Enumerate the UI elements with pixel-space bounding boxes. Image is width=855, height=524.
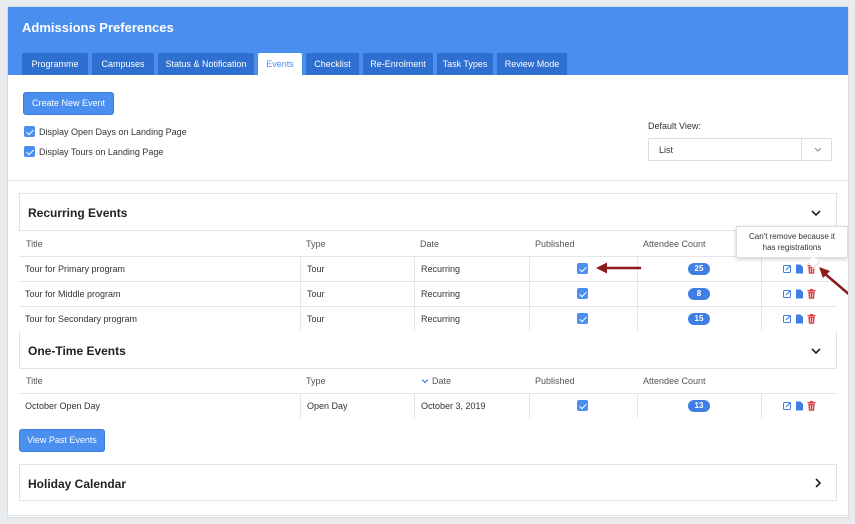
- page-title: Admissions Preferences: [22, 20, 174, 35]
- divider: [8, 515, 848, 516]
- display-tours-checkbox[interactable]: [24, 146, 35, 157]
- table-row: Tour for Secondary program Tour Recurrin…: [19, 306, 837, 331]
- tab-events[interactable]: Events: [258, 53, 302, 75]
- col-header-title: Title: [26, 376, 43, 386]
- attendee-count-badge: 25: [688, 263, 710, 275]
- event-type: Open Day: [300, 394, 414, 418]
- annotation-arrow-icon: [596, 262, 642, 274]
- duplicate-icon[interactable]: [795, 314, 804, 324]
- trash-icon[interactable]: [807, 314, 816, 324]
- select-separator: [801, 139, 802, 160]
- one-time-events-header[interactable]: One-Time Events: [19, 331, 837, 369]
- table-row: Tour for Middle program Tour Recurring 8: [19, 281, 837, 306]
- col-header-attendee-count: Attendee Count: [643, 239, 706, 249]
- recurring-events-table: Title Type Date Published Attendee Count…: [19, 231, 837, 331]
- event-date: October 3, 2019: [414, 394, 529, 418]
- one-time-events-title: One-Time Events: [28, 344, 126, 358]
- attendee-count-badge: 15: [688, 313, 710, 325]
- col-header-published: Published: [535, 376, 575, 386]
- col-header-date: Date: [420, 239, 440, 249]
- published-checkbox[interactable]: [577, 400, 588, 411]
- col-header-type: Type: [306, 239, 326, 249]
- published-checkbox[interactable]: [577, 313, 588, 324]
- display-open-days-checkbox[interactable]: [24, 126, 35, 137]
- tab-status-notification[interactable]: Status & Notification: [158, 53, 254, 75]
- event-type: Tour: [300, 282, 414, 306]
- edit-icon[interactable]: [783, 314, 792, 324]
- tab-re-enrolment[interactable]: Re-Enrolment: [363, 53, 433, 75]
- default-view-label: Default View:: [648, 121, 701, 131]
- edit-icon[interactable]: [783, 264, 792, 274]
- edit-icon[interactable]: [783, 401, 792, 411]
- display-open-days-label: Display Open Days on Landing Page: [39, 127, 187, 137]
- divider: [8, 180, 848, 181]
- tooltip-line-2: has registrations: [762, 243, 822, 252]
- event-title: October Open Day: [19, 394, 300, 418]
- event-type: Tour: [300, 257, 414, 281]
- event-type: Tour: [300, 307, 414, 331]
- attendee-cell: 13: [637, 394, 761, 418]
- create-new-event-button[interactable]: Create New Event: [23, 92, 114, 115]
- display-tours-option[interactable]: Display Tours on Landing Page: [24, 146, 224, 158]
- tab-review-mode[interactable]: Review Mode: [497, 53, 567, 75]
- view-past-events-button[interactable]: View Past Events: [19, 429, 105, 452]
- tab-programme[interactable]: Programme: [22, 53, 88, 75]
- event-date: Recurring: [414, 282, 529, 306]
- event-title: Tour for Secondary program: [19, 307, 300, 331]
- page-header: Admissions Preferences Programme Campuse…: [8, 7, 848, 75]
- published-checkbox[interactable]: [577, 288, 588, 299]
- tab-campuses[interactable]: Campuses: [92, 53, 154, 75]
- col-header-type: Type: [306, 376, 326, 386]
- col-header-attendee-count: Attendee Count: [643, 376, 706, 386]
- annotation-arrow-icon: [819, 267, 848, 296]
- actions-cell: [761, 307, 837, 331]
- table-row: Tour for Primary program Tour Recurring …: [19, 256, 837, 281]
- event-title: Tour for Primary program: [19, 257, 300, 281]
- duplicate-icon[interactable]: [795, 289, 804, 299]
- attendee-cell: 25: [637, 257, 761, 281]
- duplicate-icon[interactable]: [795, 401, 804, 411]
- tab-checklist[interactable]: Checklist: [306, 53, 359, 75]
- published-cell: [529, 394, 637, 418]
- chevron-right-icon[interactable]: [812, 477, 824, 489]
- event-title: Tour for Middle program: [19, 282, 300, 306]
- published-cell: [529, 282, 637, 306]
- holiday-calendar-title: Holiday Calendar: [28, 477, 127, 491]
- app-frame: Admissions Preferences Programme Campuse…: [7, 6, 849, 518]
- delete-disabled-tooltip: Can't remove because it has registration…: [736, 226, 848, 258]
- trash-icon[interactable]: [807, 401, 816, 411]
- default-view-value: List: [659, 145, 674, 155]
- display-open-days-option[interactable]: Display Open Days on Landing Page: [24, 126, 224, 138]
- published-cell: [529, 307, 637, 331]
- attendee-cell: 8: [637, 282, 761, 306]
- recurring-events-header[interactable]: Recurring Events: [19, 193, 837, 231]
- edit-icon[interactable]: [783, 289, 792, 299]
- attendee-count-badge: 13: [688, 400, 710, 412]
- actions-cell: [761, 394, 837, 418]
- sort-chevron-icon[interactable]: [421, 377, 429, 385]
- col-header-date[interactable]: Date: [432, 376, 451, 386]
- tab-task-types[interactable]: Task Types: [437, 53, 493, 75]
- col-header-title: Title: [26, 239, 43, 249]
- table-row: October Open Day Open Day October 3, 201…: [19, 393, 837, 418]
- attendee-count-badge: 8: [688, 288, 710, 300]
- default-view-select[interactable]: List: [648, 138, 832, 161]
- chevron-down-icon: [814, 147, 822, 152]
- chevron-down-icon[interactable]: [810, 345, 822, 357]
- tooltip-line-1: Can't remove because it: [748, 232, 835, 241]
- published-checkbox[interactable]: [577, 263, 588, 274]
- event-date: Recurring: [414, 307, 529, 331]
- attendee-cell: 15: [637, 307, 761, 331]
- duplicate-icon[interactable]: [795, 264, 804, 274]
- holiday-calendar-header[interactable]: Holiday Calendar: [19, 464, 837, 501]
- event-date: Recurring: [414, 257, 529, 281]
- col-header-published: Published: [535, 239, 575, 249]
- one-time-events-table: Title Type Date Published Attendee Count…: [19, 369, 837, 418]
- display-tours-label: Display Tours on Landing Page: [39, 147, 164, 157]
- chevron-down-icon[interactable]: [810, 207, 822, 219]
- recurring-events-title: Recurring Events: [28, 206, 128, 220]
